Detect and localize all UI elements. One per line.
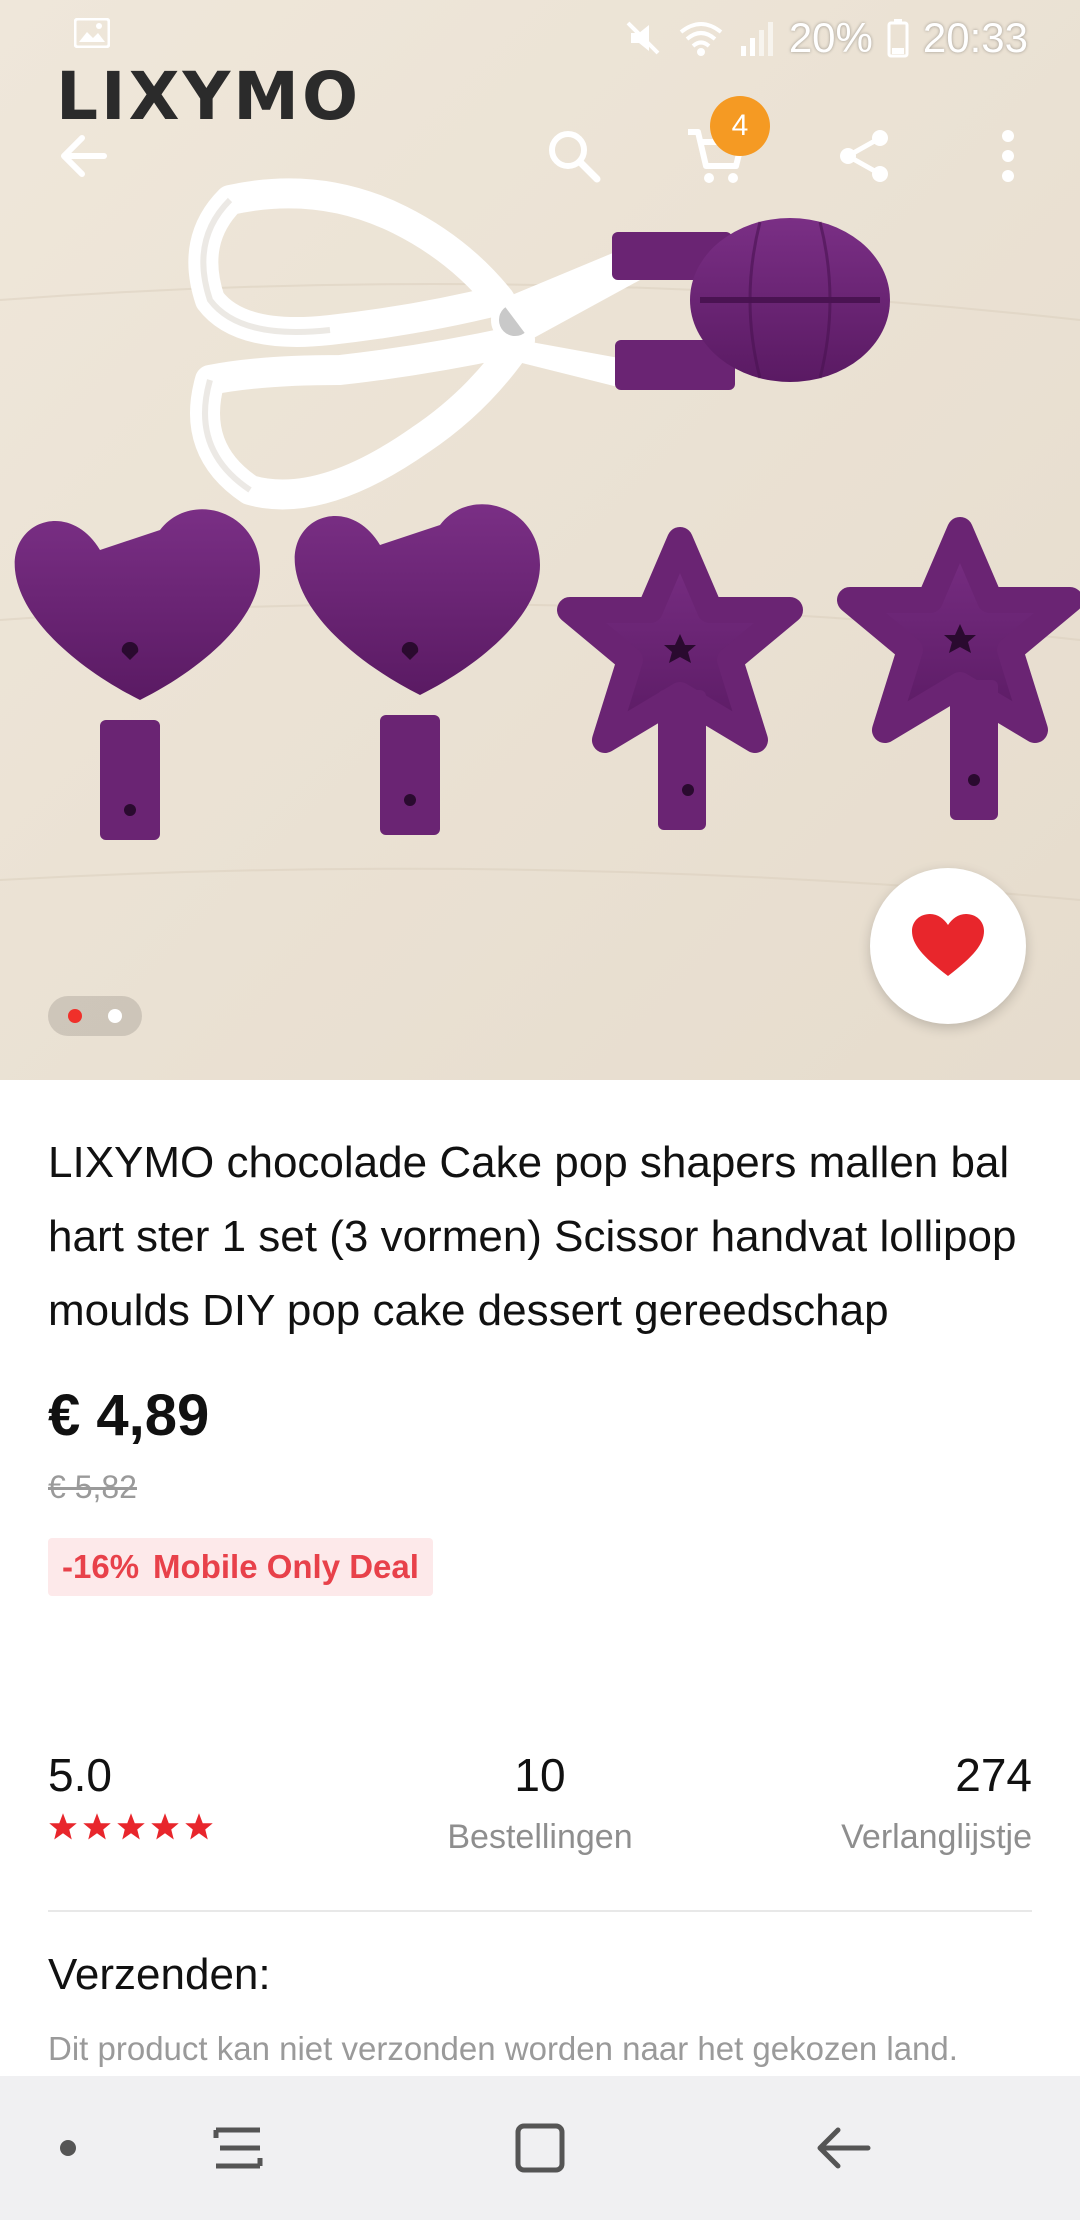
mute-icon [626, 21, 660, 55]
home-icon [515, 2123, 565, 2173]
original-price: € 5,82 [48, 1469, 137, 1505]
clock: 20:33 [922, 14, 1028, 61]
dot-icon [60, 2140, 76, 2156]
battery-percent: 20% [788, 14, 873, 61]
battery-icon [887, 19, 909, 58]
product-price: € 4,89 [48, 1383, 210, 1448]
share-icon [840, 130, 888, 182]
back-nav-button[interactable] [804, 2116, 884, 2180]
deal-label: Mobile Only Deal [153, 1548, 419, 1585]
deal-badge: -16% Mobile Only Deal [48, 1538, 433, 1596]
search-button[interactable] [538, 120, 610, 192]
favorite-button[interactable] [870, 868, 1026, 1024]
search-icon [549, 131, 601, 183]
system-navigation-bar [0, 2076, 1080, 2220]
signal-icon [740, 22, 773, 56]
wifi-icon [679, 22, 723, 56]
back-arrow-icon [61, 135, 107, 177]
orders-label: Bestellingen [447, 1818, 633, 1856]
divider [48, 1910, 1032, 1912]
carousel-dot-active [68, 1009, 82, 1023]
more-options-button[interactable] [972, 120, 1044, 192]
shipping-info[interactable]: Dit product kan niet verzonden worden na… [48, 2030, 1032, 2068]
orders-value: 10 [514, 1749, 566, 1801]
rating-stars [48, 1812, 214, 1842]
gallery-icon [74, 18, 110, 48]
wishlist-value: 274 [955, 1749, 1032, 1801]
wishlist-stat: 274 Verlanglijstje [841, 1748, 1032, 1857]
back-button[interactable] [48, 120, 120, 192]
rating-value: 5.0 [48, 1749, 112, 1801]
cart-count-badge: 4 [710, 96, 770, 156]
star-icon [151, 1813, 179, 1840]
back-icon [817, 2127, 871, 2169]
star-icon [83, 1813, 111, 1840]
product-title: LIXYMO chocolade Cake pop shapers mallen… [48, 1138, 1017, 1335]
carousel-indicator [48, 996, 142, 1036]
rating-stat: 5.0 [48, 1748, 214, 1842]
shipping-heading: Verzenden: [48, 1950, 271, 1999]
product-image-carousel[interactable]: 20% 20:33 LIXYMO 4 [0, 0, 1080, 1080]
recent-apps-icon [213, 2127, 263, 2169]
more-vert-icon [1002, 130, 1014, 182]
orders-stat: 10 Bestellingen [440, 1748, 640, 1857]
home-button[interactable] [500, 2116, 580, 2180]
wishlist-label: Verlanglijstje [841, 1818, 1032, 1856]
assistant-dot-button[interactable] [28, 2116, 108, 2180]
carousel-dot [108, 1009, 122, 1023]
discount-percent: -16% [62, 1548, 140, 1585]
product-details: LIXYMO chocolade Cake pop shapers mallen… [48, 1080, 1032, 1596]
product-stats: 5.0 10 Bestellingen 274 Verlanglijstje [48, 1748, 1032, 1858]
star-icon [117, 1813, 145, 1840]
star-icon [185, 1813, 213, 1840]
recent-apps-button[interactable] [198, 2116, 278, 2180]
share-button[interactable] [828, 120, 900, 192]
heart-icon [912, 914, 984, 976]
star-icon [49, 1813, 77, 1840]
